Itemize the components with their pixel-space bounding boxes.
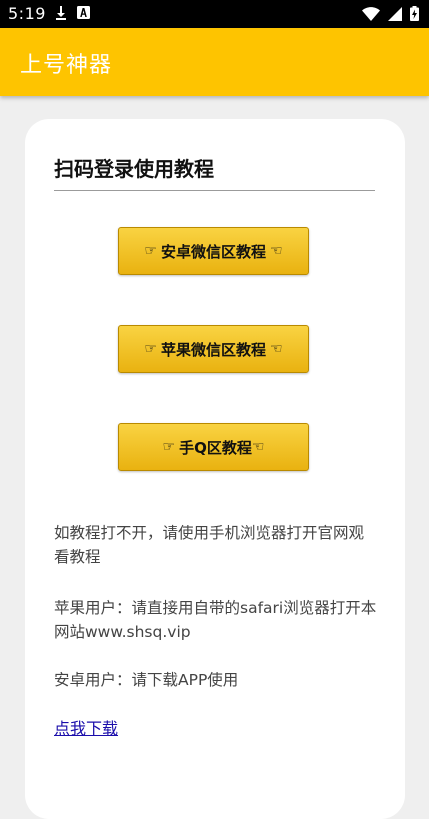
card-title: 扫码登录使用教程 [54, 157, 214, 181]
qq-tutorial-button[interactable]: ☞ 手Q区教程 ☜ [118, 423, 309, 471]
button-label: 手Q区教程 [179, 438, 252, 457]
pointing-right-hand-icon: ☞ [144, 341, 157, 357]
download-link[interactable]: 点我下载 [54, 715, 118, 739]
ios-wechat-tutorial-button[interactable]: ☞ 苹果微信区教程 ☜ [118, 325, 309, 373]
pointing-left-hand-icon: ☜ [270, 243, 283, 259]
status-time: 5:19 [8, 4, 46, 23]
status-bar: 5:19 [0, 0, 429, 28]
font-a-icon [77, 6, 90, 19]
battery-charging-icon [410, 6, 419, 21]
info-text-android: 安卓用户：请下载APP使用 [54, 671, 239, 689]
android-wechat-tutorial-button[interactable]: ☞ 安卓微信区教程 ☜ [118, 227, 309, 275]
tutorial-card: 扫码登录使用教程 ☞ 安卓微信区教程 ☜ ☞ 苹果微信区教程 ☜ ☞ 手Q区教程… [25, 119, 405, 819]
button-label: 苹果微信区教程 [160, 340, 266, 359]
pointing-left-hand-icon: ☜ [251, 439, 265, 455]
signal-icon [388, 6, 402, 21]
download-icon [56, 6, 66, 20]
app-title: 上号神器 [20, 53, 113, 78]
button-label: 安卓微信区教程 [160, 242, 266, 261]
pointing-left-hand-icon: ☜ [270, 341, 283, 357]
pointing-right-hand-icon: ☞ [162, 439, 176, 455]
info-text-ios: 苹果用户：请直接用自带的safari浏览器打开本网站www.shsq.vip [54, 599, 377, 641]
pointing-right-hand-icon: ☞ [144, 243, 157, 259]
app-bar: 上号神器 [0, 28, 429, 96]
info-text-browser: 如教程打不开，请使用手机浏览器打开官网观看教程 [54, 524, 365, 566]
wifi-icon [362, 6, 380, 21]
card-divider [54, 190, 375, 191]
